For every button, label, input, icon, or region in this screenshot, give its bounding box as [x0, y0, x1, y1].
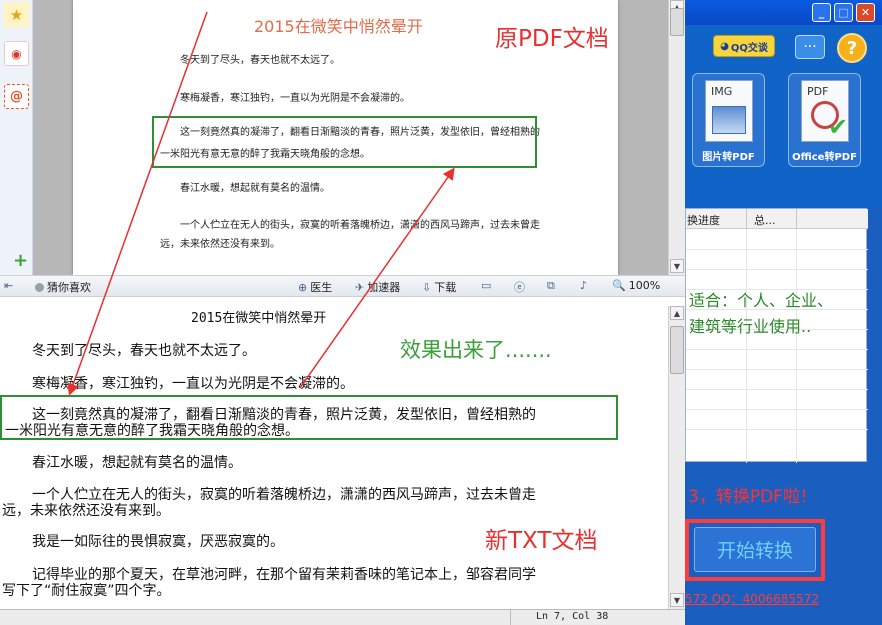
suitability-line: 建筑等行业使用..: [689, 317, 812, 336]
zoom-control[interactable]: 🔍 100%: [612, 279, 660, 292]
pdf-paragraph: 冬天到了尽头，春天也就不太远了。: [180, 55, 340, 66]
cursor-position: Ln 7, Col 38: [536, 611, 609, 622]
doctor-button[interactable]: ⊕ 医生: [298, 279, 332, 295]
accelerator-label: 加速器: [367, 281, 401, 294]
mail-icon[interactable]: @: [4, 84, 29, 109]
office-to-pdf-button[interactable]: PDF ✔ Office转PDF: [788, 73, 861, 167]
column-header-progress[interactable]: 换进度: [687, 212, 720, 228]
effect-caption: 效果出来了.......: [400, 338, 552, 362]
image-to-pdf-button[interactable]: IMG 图片转PDF: [692, 73, 765, 167]
scroll-thumb[interactable]: [670, 326, 684, 374]
zoom-label: 100%: [628, 279, 661, 292]
txt-line: 寒梅凝香，寒江独钓，一直以为光阴是不会凝滞的。: [32, 376, 354, 392]
browser-sidebar: ★ ◉ @ +: [0, 0, 33, 275]
check-icon: ✔: [828, 113, 849, 141]
task-list-header: 换进度 总...: [686, 209, 868, 229]
status-dot-icon: [35, 282, 44, 292]
exit-icon[interactable]: ⇤: [4, 279, 13, 292]
qq-button-label: QQ交谈: [730, 42, 768, 54]
suitability-line: 适合：个人、企业、: [689, 291, 834, 310]
magnifier-icon: 🔍: [612, 279, 626, 292]
scroll-thumb[interactable]: [670, 8, 684, 36]
tool-label: 图片转PDF: [702, 152, 755, 163]
app-titlebar: _ □ ✕: [685, 0, 882, 25]
suitability-text: 适合：个人、企业、 建筑等行业使用..: [689, 288, 833, 340]
pdf-highlight-box: [152, 116, 537, 168]
rocket-icon: ✈: [355, 280, 365, 294]
download-button[interactable]: ⇩ 下载: [422, 279, 456, 295]
task-list[interactable]: 换进度 总... 适合：个人、企业、 建筑等行业使用..: [685, 208, 868, 463]
image-document-icon: IMG: [705, 80, 753, 142]
penguin-icon: ◕: [720, 40, 729, 52]
chat-bubble-icon[interactable]: ···: [795, 35, 825, 59]
sound-icon[interactable]: ♪: [580, 279, 587, 292]
notepad-status-bar: Ln 7, Col 38: [0, 609, 685, 625]
doctor-label: 医生: [310, 281, 333, 294]
weibo-icon[interactable]: ◉: [4, 41, 29, 66]
guess-label: 猜你喜欢: [47, 281, 91, 294]
start-button-highlight: 开始转换: [685, 519, 825, 581]
txt-line: 春江水暖，想起就有莫名的温情。: [32, 455, 242, 471]
download-icon: ⇩: [422, 280, 432, 294]
txt-title: 2015在微笑中悄然晕开: [191, 311, 327, 326]
add-icon[interactable]: +: [8, 248, 33, 273]
step-three-text: 3，转换PDF啦！: [688, 487, 817, 507]
help-icon[interactable]: ?: [837, 33, 867, 63]
pdf-scrollbar[interactable]: ▲ ▼: [668, 0, 685, 275]
notepad-scrollbar[interactable]: ▲ ▼: [668, 306, 685, 609]
txt-line: 远，未来依然还没有来到。: [2, 503, 170, 519]
txt-highlight-box: [0, 395, 618, 440]
guess-you-like-button[interactable]: 猜你喜欢: [35, 279, 91, 295]
scroll-down-arrow-icon[interactable]: ▼: [670, 593, 684, 607]
start-convert-button[interactable]: 开始转换: [694, 527, 816, 572]
accelerator-button[interactable]: ✈ 加速器: [355, 279, 400, 295]
pp-icon[interactable]: ▭: [481, 279, 491, 292]
close-button[interactable]: ✕: [856, 3, 875, 22]
txt-line: 写下了“耐住寂寞”四个字。: [2, 583, 171, 599]
pdf-paragraph: 寒梅凝香，寒江独钓，一直以为光阴是不会凝滞的。: [180, 93, 410, 104]
notepad-text-area[interactable]: 2015在微笑中悄然晕开 冬天到了尽头，春天也就不太远了。 寒梅凝香，寒江独钓，…: [0, 298, 668, 608]
column-header-total[interactable]: 总...: [754, 212, 776, 228]
pdf-title: 2015在微笑中悄然晕开: [254, 17, 423, 36]
download-label: 下载: [434, 281, 457, 294]
pdf-paragraph: 春江水暖，想起就有莫名的温情。: [180, 183, 330, 194]
qq-contact-link[interactable]: 572 QQ：4006685572: [685, 590, 819, 607]
pdf-converter-app: _ □ ✕ ◕ QQ交谈 ··· ? IMG 图片转PDF PDF ✔ Offic…: [685, 0, 882, 625]
original-pdf-caption: 原PDF文档: [495, 26, 609, 52]
status-divider: [510, 610, 511, 625]
scroll-down-arrow-icon[interactable]: ▼: [670, 259, 684, 273]
qq-chat-button[interactable]: ◕ QQ交谈: [713, 35, 775, 57]
doctor-icon: ⊕: [298, 280, 308, 294]
pdf-document-icon: PDF ✔: [801, 80, 849, 142]
txt-line: 我是一如际往的畏惧寂寞，厌恶寂寞的。: [32, 534, 284, 550]
tool-label: Office转PDF: [792, 152, 857, 163]
minimize-button[interactable]: _: [812, 3, 831, 22]
window-icon[interactable]: ⧉: [547, 279, 555, 293]
maximize-button[interactable]: □: [834, 3, 853, 22]
scroll-up-arrow-icon[interactable]: ▲: [670, 306, 684, 320]
doc-tag: PDF: [807, 85, 829, 98]
ie-icon[interactable]: ⓔ: [514, 279, 525, 295]
new-txt-caption: 新TXT文档: [485, 528, 598, 554]
pdf-paragraph: 远，未来依然还没有来到。: [160, 239, 280, 250]
favorites-star-icon[interactable]: ★: [4, 2, 29, 27]
browser-status-bar: ⇤ 猜你喜欢 ⊕ 医生 ✈ 加速器 ⇩ 下载 ▭ ⓔ ⧉ ♪ 🔍 100%: [0, 275, 685, 297]
doc-tag: IMG: [711, 85, 733, 98]
txt-line: 冬天到了尽头，春天也就不太远了。: [32, 343, 256, 359]
